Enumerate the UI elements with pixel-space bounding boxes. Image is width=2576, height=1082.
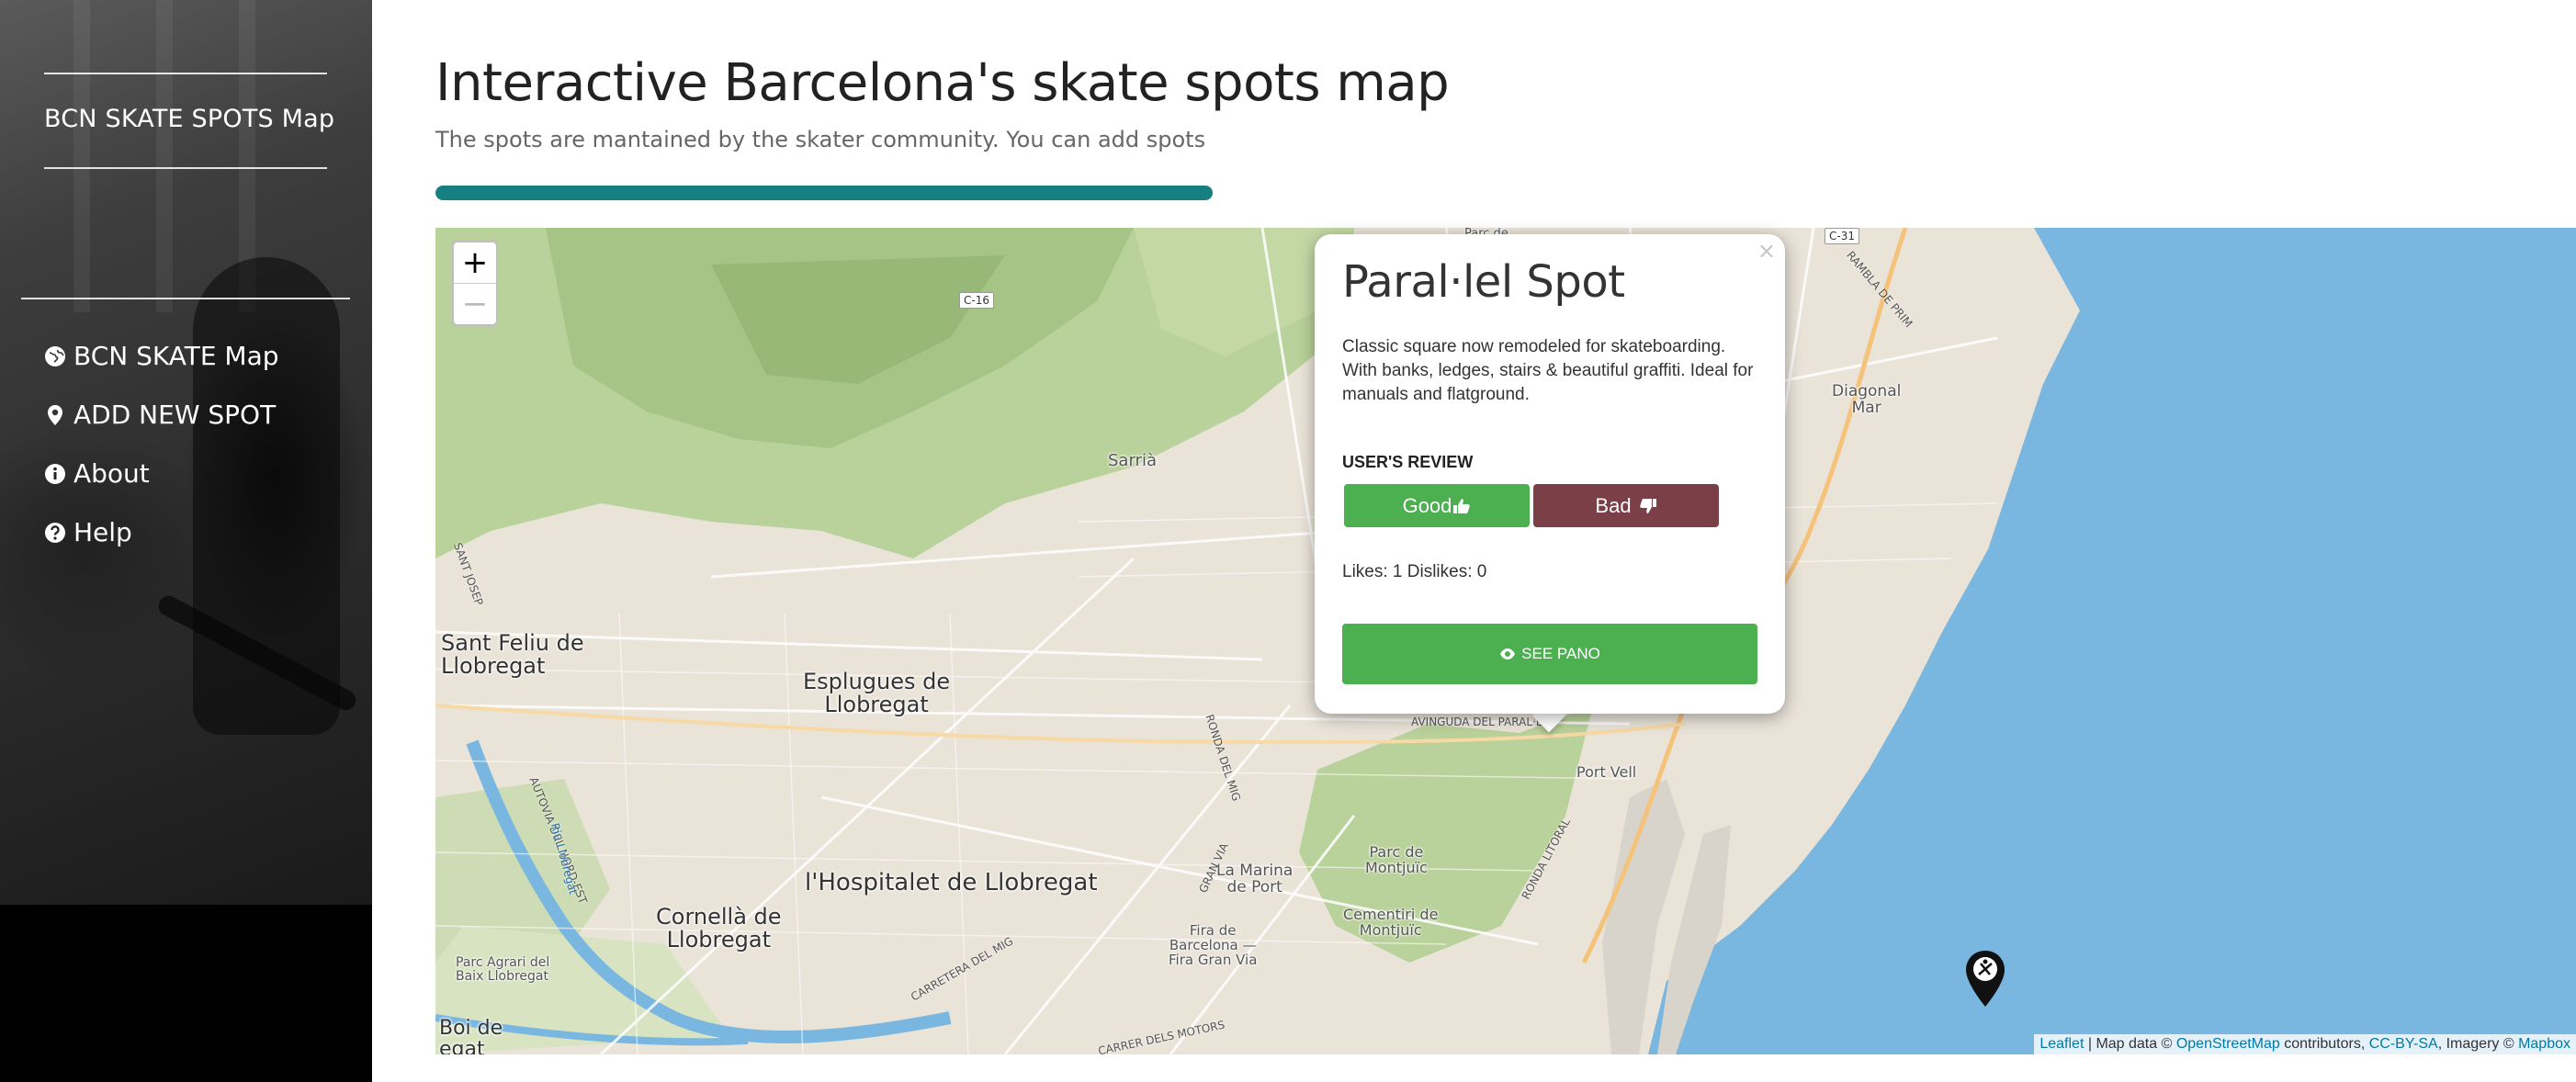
eye-icon [1500,648,1516,659]
map-label-la-marina: La Marina de Port [1216,862,1294,896]
see-pano-button[interactable]: SEE PANO [1342,624,1757,684]
openstreetmap-link[interactable]: OpenStreetMap [2176,1036,2280,1052]
sidebar-brand[interactable]: BCN SKATE SPOTS Map [44,105,334,133]
nav-item-bcn-skate-map[interactable]: BCN SKATE Map [44,341,279,371]
map-attribution: Leaflet | Map data © OpenStreetMap contr… [2034,1034,2576,1054]
zoom-control: + − [452,241,498,326]
sidebar: BCN SKATE SPOTS Map BCN SKATE Map ADD NE… [0,0,372,1082]
nav-item-label: Help [73,517,132,547]
map-label-sarria: Sarrià [1108,451,1157,470]
nav-item-about[interactable]: About [44,458,150,489]
nav-item-label: BCN SKATE Map [73,341,279,371]
sidebar-background-photo [0,0,372,905]
nav-item-add-new-spot[interactable]: ADD NEW SPOT [44,400,276,430]
nav-item-help[interactable]: Help [44,517,132,547]
good-review-button[interactable]: Good [1344,484,1530,527]
map-label-fira: Fira de Barcelona — Fira Gran Via [1169,922,1258,968]
spot-popup: × Paral·lel Spot Classic square now remo… [1315,234,1785,714]
zoom-out-button[interactable]: − [454,283,496,324]
globe-icon [44,345,66,367]
bad-review-label: Bad [1595,493,1632,517]
map-marker-icon [44,404,66,426]
nav-item-label: ADD NEW SPOT [73,400,277,430]
map-label-sant-feliu: Sant Feliu de Llobregat [441,630,584,680]
attribution-text: | Map data © [2084,1036,2176,1052]
skate-spot-marker-icon[interactable] [1962,949,2008,1009]
license-link[interactable]: CC-BY-SA [2369,1036,2438,1052]
leaflet-link[interactable]: Leaflet [2039,1036,2084,1052]
attribution-text: , Imagery © [2437,1036,2519,1052]
good-review-label: Good [1402,493,1452,517]
brand-divider-top [44,73,327,74]
progress-bar [435,186,1731,200]
nav-divider [21,298,350,299]
road-shield-c16: C-16 [959,292,994,309]
road-shield-c31: C-31 [1825,228,1859,244]
thumbs-up-icon [1453,498,1471,513]
popup-title: Paral·lel Spot [1342,256,1625,308]
info-circle-icon [44,463,66,485]
map-label-cementiri: Cementiri de Montjuïc [1343,906,1439,939]
page-subtitle: The spots are mantained by the skater co… [435,127,1206,152]
map-label-esplugues: Esplugues de Llobregat [803,669,951,718]
map-label-boi: Boi de egat [439,1017,503,1054]
review-label: USER'S REVIEW [1342,453,1474,471]
progress-bar-fill [435,186,1213,200]
see-pano-label: SEE PANO [1521,645,1600,662]
brand-divider-bottom [44,167,327,169]
question-circle-icon [44,522,66,544]
map-label-parc-agrari: Parc Agrari del Baix Llobregat [456,955,550,984]
likes-dislikes-count: Likes: 1 Dislikes: 0 [1342,562,1487,581]
popup-description: Classic square now remodeled for skatebo… [1342,337,1754,404]
popup-close-button[interactable]: × [1757,238,1776,264]
map-label-diagonal-mar: Diagonal Mar [1832,382,1902,417]
mapbox-link[interactable]: Mapbox [2518,1036,2570,1052]
attribution-text: contributors, [2279,1036,2369,1052]
zoom-in-button[interactable]: + [454,242,496,283]
thumbs-down-icon [1639,498,1656,513]
page-title: Interactive Barcelona's skate spots map [435,53,1450,113]
nav-item-label: About [73,458,150,489]
map-label-port-vell: Port Vell [1576,763,1637,781]
map-label-parc-montjuic: Parc de Montjuïc [1365,843,1428,876]
map-label-cornella: Cornellà de Llobregat [656,904,782,953]
bad-review-button[interactable]: Bad [1533,484,1719,527]
map-label-hospitalet: l'Hospitalet de Llobregat [805,869,1098,896]
